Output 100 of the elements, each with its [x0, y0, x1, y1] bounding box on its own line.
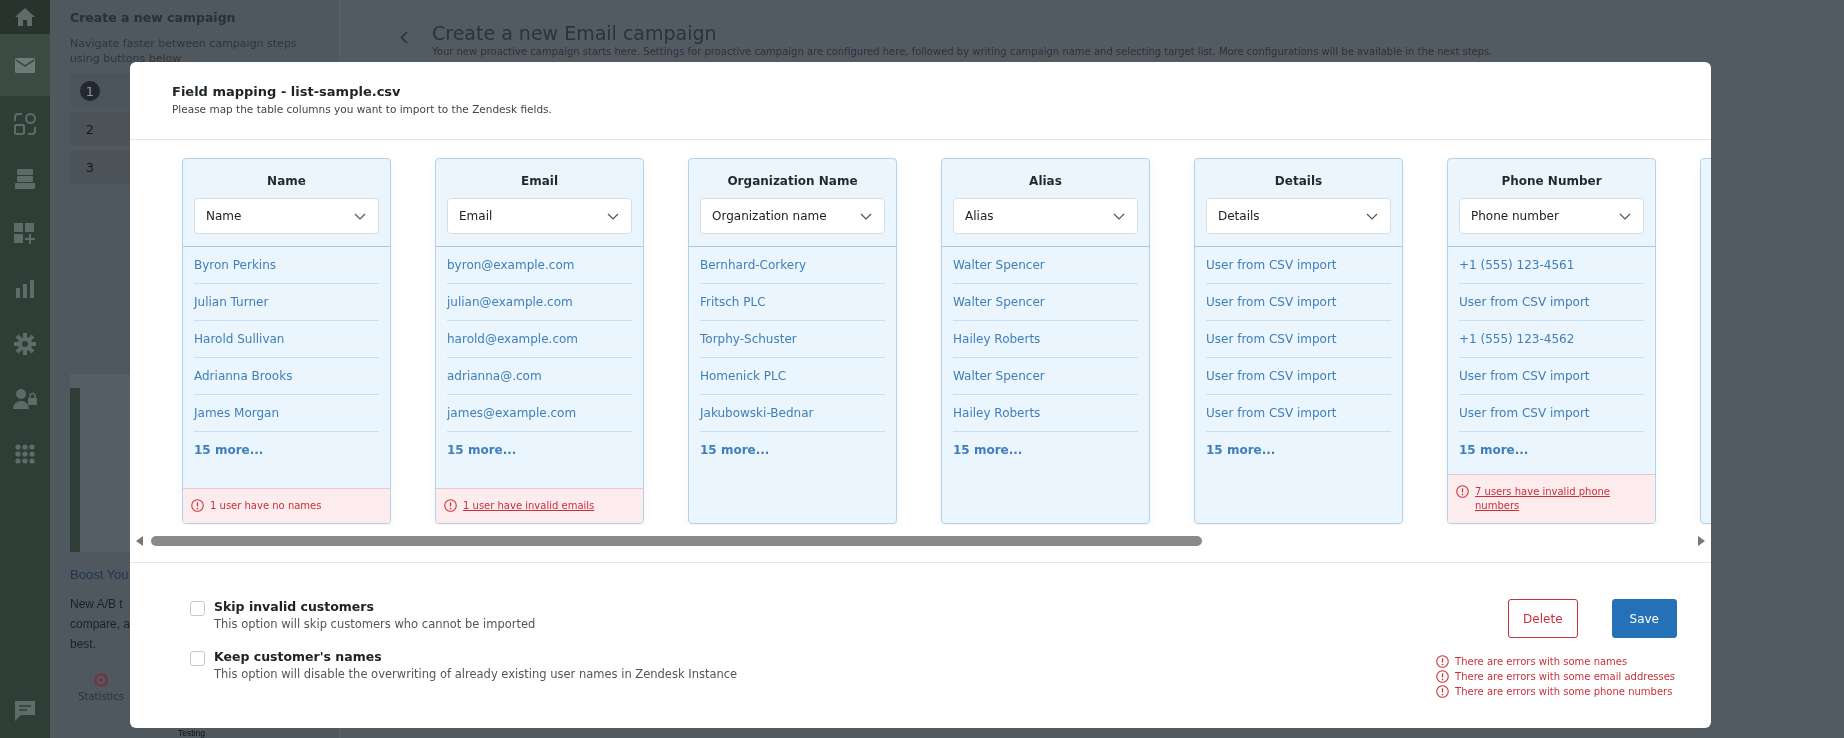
column-value: harold@example.com [447, 321, 632, 358]
error-icon [1436, 685, 1450, 698]
checkbox[interactable] [190, 601, 205, 616]
scroll-right-icon[interactable] [1698, 536, 1705, 546]
apps-grid-icon [15, 443, 35, 464]
error-text: 1 user have no names [210, 499, 322, 513]
error-icon [1436, 655, 1450, 668]
column-value: Julian Turner [194, 284, 379, 321]
scrollbar-thumb[interactable] [151, 536, 1202, 546]
column-value: Homenick PLC [700, 358, 885, 395]
column-value: Walter Spencer [953, 358, 1138, 395]
chevron-down-icon [1113, 212, 1125, 220]
target-icon [93, 672, 109, 688]
column-value: Adrianna Brooks [194, 358, 379, 395]
mail-icon [15, 57, 35, 73]
column-value: Byron Perkins [194, 247, 379, 284]
chevron-down-icon [860, 212, 872, 220]
settings-icon [14, 332, 36, 355]
column-value: Harold Sullivan [194, 321, 379, 358]
column-value: User from CSV import [1206, 395, 1391, 432]
error-link[interactable]: 7 users have invalid phone numbers [1475, 485, 1647, 513]
promo-text: New A/B t [70, 596, 123, 613]
chevron-down-icon [354, 212, 366, 220]
column-value: User from CSV import [1206, 284, 1391, 321]
chevron-down-icon [607, 212, 619, 220]
more-link[interactable]: 15 more... [1459, 432, 1644, 468]
column-value: User from CSV import [1459, 358, 1644, 395]
user-lock-icon [13, 388, 37, 409]
column-value: James Morgan [194, 395, 379, 432]
option-description: This option will disable the overwriting of already existing user names in Zendesk Instance [214, 667, 738, 681]
more-link[interactable]: 15 more... [447, 432, 632, 468]
column-value: Hailey Roberts [953, 395, 1138, 432]
more-link[interactable]: 15 more... [700, 432, 885, 468]
stack-icon [15, 168, 35, 189]
column-value: Walter Spencer [953, 247, 1138, 284]
column-value: User from CSV import [1459, 284, 1644, 321]
option-label: Skip invalid customers [214, 599, 375, 614]
column-value: User from CSV import [1459, 395, 1644, 432]
column-header: Organization Name [726, 174, 859, 188]
dialog-title: Field mapping - list-sample.csv [172, 84, 402, 99]
column-value: User from CSV import [1206, 321, 1391, 358]
field-select[interactable]: Alias [953, 198, 1138, 234]
column-value: james@example.com [447, 395, 632, 432]
column-header: Email [520, 174, 559, 188]
more-link[interactable]: 15 more... [194, 432, 379, 468]
column-value: byron@example.com [447, 247, 632, 284]
column-value: +1 (555) 123-4561 [1459, 247, 1644, 284]
column-value: Walter Spencer [953, 284, 1138, 321]
sidebar-item[interactable] [0, 0, 50, 34]
column-value: Jakubowski-Bednar [700, 395, 885, 432]
chevron-down-icon [1619, 212, 1631, 220]
error-icon [1456, 485, 1469, 498]
dialog-description: Please map the table columns you want to import to the Zendesk fields. [172, 103, 553, 115]
more-link[interactable]: 15 more... [1206, 432, 1391, 468]
column-value: julian@example.com [447, 284, 632, 321]
shapes-icon [13, 111, 37, 136]
error-message: There are errors with some phone numbers [1455, 685, 1673, 699]
step-number: 3 [84, 158, 96, 177]
promo-text: best. [70, 636, 96, 653]
field-select[interactable]: Organization name [700, 198, 885, 234]
column-value: User from CSV import [1206, 358, 1391, 395]
step-number: 2 [84, 120, 96, 139]
column-value: +1 (555) 123-4562 [1459, 321, 1644, 358]
save-button[interactable]: Save [1611, 599, 1677, 638]
column-header: Name [266, 174, 307, 188]
field-select[interactable]: Email [447, 198, 632, 234]
bar-chart-icon [16, 279, 34, 298]
tile-label: Testing [178, 729, 205, 738]
error-message: There are errors with some names [1455, 655, 1628, 669]
error-icon [444, 499, 457, 512]
error-link[interactable]: 1 user have invalid emails [463, 499, 595, 513]
delete-button[interactable]: Delete [1508, 599, 1578, 638]
error-icon [1436, 670, 1450, 683]
field-select[interactable]: Phone number [1459, 198, 1644, 234]
column-value: Hailey Roberts [953, 321, 1138, 358]
grid-plus-icon [14, 222, 36, 245]
back-chevron-icon[interactable] [400, 31, 408, 44]
option-label: Keep customer's names [214, 649, 383, 664]
option-description: This option will skip customers who cannot be imported [214, 617, 536, 631]
more-link[interactable]: 15 more... [953, 432, 1138, 468]
scroll-left-icon[interactable] [136, 536, 143, 546]
column-header: Alias [1028, 174, 1063, 188]
checkbox[interactable] [190, 651, 205, 666]
column-value: Torphy-Schuster [700, 321, 885, 358]
step-number: 1 [80, 81, 100, 101]
column-value: Fritsch PLC [700, 284, 885, 321]
promo-text: compare, a [70, 616, 131, 633]
chevron-down-icon [1366, 212, 1378, 220]
column-value: User from CSV import [1206, 247, 1391, 284]
column-value: Bernhard-Corkery [700, 247, 885, 284]
home-icon [15, 8, 35, 26]
sidebar-item[interactable] [0, 34, 50, 96]
field-select[interactable]: Name [194, 198, 379, 234]
error-icon [191, 499, 204, 512]
chat-icon [15, 700, 35, 721]
field-select[interactable]: Details [1206, 198, 1391, 234]
column-header: Phone Number [1500, 174, 1603, 188]
error-message: There are errors with some email addresses [1455, 670, 1676, 684]
column-header: Details [1273, 174, 1324, 188]
column-value: adrianna@.com [447, 358, 632, 395]
